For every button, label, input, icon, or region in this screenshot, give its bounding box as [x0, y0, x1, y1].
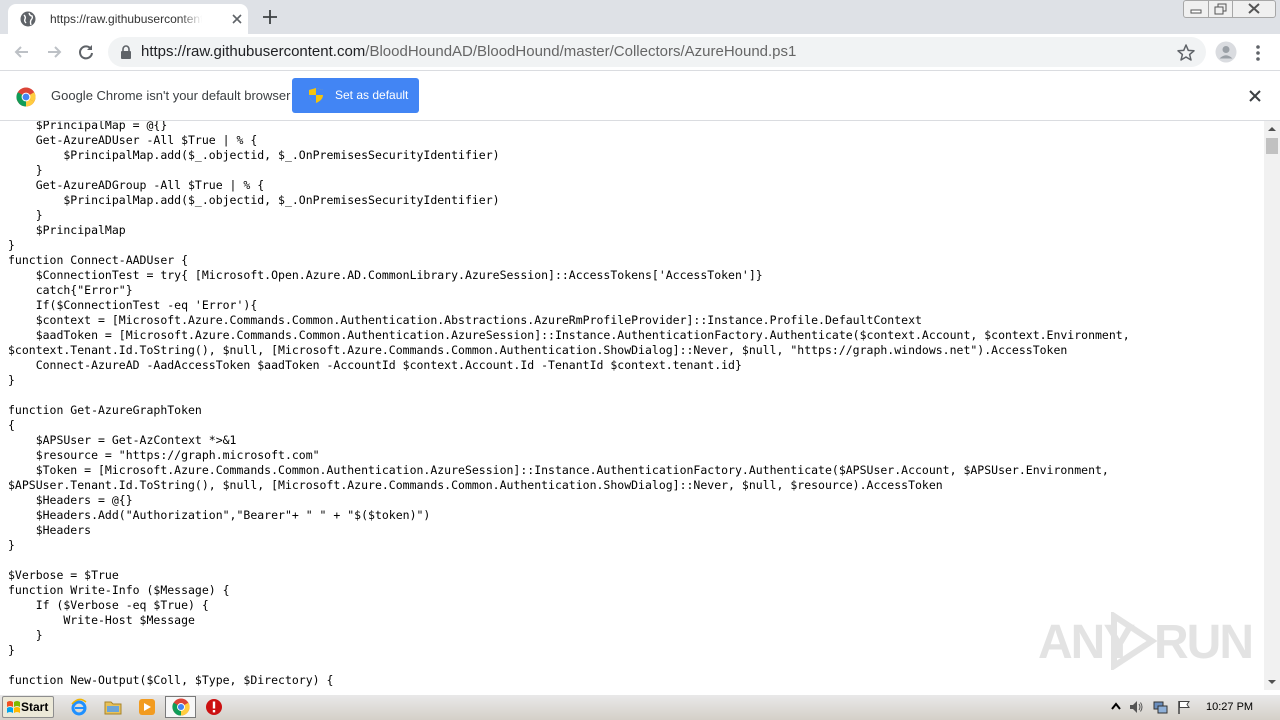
url-text: https://raw.githubusercontent.com/BloodH… [141, 43, 796, 60]
star-icon[interactable] [1176, 43, 1196, 63]
window-close-button[interactable] [1232, 0, 1276, 18]
default-browser-infobar: Google Chrome isn't your default browser… [0, 70, 1280, 121]
network-icon[interactable] [1152, 699, 1168, 715]
window-minimize-button[interactable] [1183, 0, 1209, 18]
ie-icon[interactable] [70, 698, 88, 716]
volume-icon[interactable] [1128, 699, 1144, 715]
play-icon [1111, 612, 1158, 670]
windows-flag-icon [7, 701, 20, 713]
restore-icon [1214, 3, 1227, 15]
tray-expand-icon[interactable] [1108, 699, 1124, 715]
start-button[interactable]: Start [2, 696, 54, 718]
window-restore-button[interactable] [1208, 0, 1233, 18]
forward-icon[interactable] [44, 42, 64, 62]
minimize-icon [1190, 9, 1202, 14]
infobar-message: Google Chrome isn't your default browser [51, 88, 291, 103]
scroll-up-icon[interactable] [1264, 121, 1280, 137]
chrome-logo-icon [16, 87, 36, 107]
clock[interactable]: 10:27 PM [1206, 701, 1253, 713]
back-icon[interactable] [12, 42, 32, 62]
stop-icon[interactable] [205, 698, 223, 716]
tab-strip: https://raw.githubusercontent.com/ [0, 0, 1280, 34]
folder-icon[interactable] [104, 698, 122, 716]
scroll-down-icon[interactable] [1264, 674, 1280, 690]
lock-icon[interactable] [120, 45, 132, 59]
close-icon[interactable] [230, 12, 244, 26]
action-center-flag-icon[interactable] [1176, 699, 1192, 715]
page-content: $PrincipalMap = @{} Get-AzureADUser -All… [0, 121, 1264, 690]
reload-icon[interactable] [76, 42, 96, 62]
watermark-right-text: RUN [1154, 616, 1254, 669]
vertical-scrollbar[interactable] [1264, 121, 1280, 690]
close-icon [1248, 3, 1260, 14]
system-tray: 10:27 PM [1106, 695, 1280, 719]
start-label: Start [21, 700, 49, 714]
set-as-default-label: Set as default [335, 88, 409, 102]
globe-icon [20, 11, 36, 27]
scrollbar-thumb[interactable] [1266, 138, 1278, 154]
shield-icon [309, 88, 323, 103]
watermark-logo: ANY RUN [1038, 610, 1254, 670]
url-path: /BloodHoundAD/BloodHound/master/Collecto… [365, 43, 797, 60]
profile-icon[interactable] [1215, 41, 1237, 63]
url-host: https://raw.githubusercontent.com [141, 43, 366, 60]
menu-icon[interactable] [1250, 43, 1266, 63]
plus-icon[interactable] [260, 7, 280, 27]
browser-tab[interactable]: https://raw.githubusercontent.com/ [8, 4, 248, 34]
taskbar: Start 10:27 PM [0, 694, 1280, 720]
close-icon[interactable] [1248, 89, 1262, 103]
chrome-icon [172, 698, 190, 716]
tab-title: https://raw.githubusercontent.com/ [50, 12, 202, 26]
address-bar[interactable]: https://raw.githubusercontent.com/BloodH… [108, 37, 1206, 67]
set-as-default-button[interactable]: Set as default [292, 78, 419, 113]
media-player-icon[interactable] [138, 698, 156, 716]
taskbar-chrome-button[interactable] [165, 696, 196, 718]
browser-toolbar: https://raw.githubusercontent.com/BloodH… [0, 34, 1280, 70]
code-text: $PrincipalMap = @{} Get-AzureADUser -All… [8, 121, 1130, 687]
